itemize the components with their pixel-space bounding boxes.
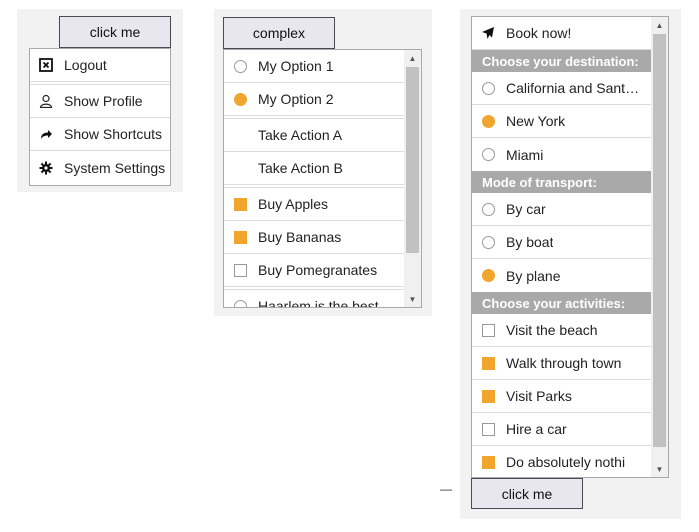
menu-item-system-settings[interactable]: System Settings <box>30 151 170 184</box>
menu-item-label: California and Sant… <box>506 80 640 96</box>
menu-item-my-option-1[interactable]: My Option 1 <box>224 50 404 83</box>
radio-unchecked-icon <box>481 81 495 95</box>
radio-unchecked-icon <box>481 202 495 216</box>
menu-item-label: By car <box>506 201 546 217</box>
checkbox-checked-icon <box>233 230 247 244</box>
gear-icon <box>36 158 56 178</box>
radio-unchecked-icon <box>481 235 495 249</box>
scroll-up-arrow-icon[interactable]: ▲ <box>404 50 421 66</box>
menu-item-transport-boat[interactable]: By boat <box>472 226 651 259</box>
dash-text: — <box>440 482 452 496</box>
menu-item-buy-apples[interactable]: Buy Apples <box>224 188 404 221</box>
complex-menu-scrollbar[interactable]: ▲ ▼ <box>404 50 421 307</box>
checkbox-unchecked-icon <box>481 323 495 337</box>
menu-item-activity-beach[interactable]: Visit the beach <box>472 314 651 347</box>
menu-item-activity-parks[interactable]: Visit Parks <box>472 380 651 413</box>
menu-item-logout[interactable]: Logout <box>30 49 170 82</box>
menu-item-show-shortcuts[interactable]: Show Shortcuts <box>30 118 170 151</box>
complex-button[interactable]: complex <box>223 17 335 49</box>
scroll-down-arrow-icon[interactable]: ▼ <box>651 461 668 477</box>
scrollbar-thumb[interactable] <box>406 67 419 253</box>
radio-checked-icon <box>233 92 247 106</box>
menu-item-label: Do absolutely nothi <box>506 454 626 470</box>
menu-item-show-profile[interactable]: Show Profile <box>30 85 170 118</box>
menu-item-label: Book now! <box>506 25 572 41</box>
travel-menu-scrollbar[interactable]: ▲ ▼ <box>651 17 668 477</box>
menu-item-activity-walk[interactable]: Walk through town <box>472 347 651 380</box>
menu-item-buy-bananas[interactable]: Buy Bananas <box>224 221 404 254</box>
menu-item-label: Walk through town <box>506 355 622 371</box>
menu-item-label: Haarlem is the best <box>258 298 379 308</box>
menu-item-activity-hire-car[interactable]: Hire a car <box>472 413 651 446</box>
radio-checked-icon <box>481 269 495 282</box>
radio-unchecked-icon <box>233 299 247 307</box>
click-me-button-bottom[interactable]: click me <box>471 478 583 509</box>
click-me-button[interactable]: click me <box>59 16 171 48</box>
menu-item-label: System Settings <box>64 159 166 176</box>
group-header-destination: Choose your destination: <box>472 50 651 72</box>
checkbox-checked-icon <box>233 197 247 211</box>
checkbox-unchecked-icon <box>233 263 247 277</box>
menu-item-buy-pomegranates[interactable]: Buy Pomegranates <box>224 254 404 287</box>
menu-item-take-action-a[interactable]: Take Action A <box>224 119 404 152</box>
menu-item-label: Buy Pomegranates <box>258 262 378 278</box>
checkbox-checked-icon <box>481 356 495 370</box>
menu-item-label: My Option 1 <box>258 58 334 74</box>
group-header-activities: Choose your activities: <box>472 292 651 314</box>
menu-item-label: By plane <box>506 267 561 284</box>
menu-item-label: Take Action A <box>258 127 343 143</box>
radio-unchecked-icon <box>481 148 495 161</box>
scrollbar-thumb[interactable] <box>653 34 666 447</box>
menu-item-label: Visit Parks <box>506 388 572 404</box>
complex-menu: My Option 1 My Option 2 Take Action A Ta… <box>223 49 422 308</box>
simple-menu: Logout Show Profile Show Shortcuts Syste… <box>29 48 171 186</box>
radio-unchecked-icon <box>233 59 247 73</box>
menu-item-book-now[interactable]: Book now! <box>472 17 651 50</box>
menu-item-destination-miami[interactable]: Miami <box>472 138 651 171</box>
menu-item-haarlem[interactable]: Haarlem is the best <box>224 290 404 308</box>
menu-item-destination-new-york[interactable]: New York <box>472 105 651 138</box>
menu-item-label: Take Action B <box>258 160 343 176</box>
close-box-icon <box>36 55 56 75</box>
scroll-up-arrow-icon[interactable]: ▲ <box>651 17 668 33</box>
menu-item-label: Show Profile <box>64 93 143 109</box>
airplane-icon <box>478 23 498 43</box>
checkbox-checked-icon <box>481 389 495 403</box>
group-header-transport: Mode of transport: <box>472 171 651 193</box>
menu-item-label: Buy Bananas <box>258 229 342 245</box>
complex-menu-content: My Option 1 My Option 2 Take Action A Ta… <box>224 50 404 308</box>
user-icon <box>36 91 56 111</box>
menu-item-destination-california[interactable]: California and Sant… <box>472 72 651 105</box>
checkbox-checked-icon <box>481 455 495 469</box>
checkbox-unchecked-icon <box>481 422 495 436</box>
menu-item-label: Buy Apples <box>258 196 329 212</box>
menu-item-my-option-2[interactable]: My Option 2 <box>224 83 404 116</box>
menu-item-label: My Option 2 <box>258 91 334 107</box>
menu-item-label: Hire a car <box>506 421 567 437</box>
menu-item-label: By boat <box>506 234 554 250</box>
menu-item-label: Visit the beach <box>506 322 598 338</box>
menu-item-transport-car[interactable]: By car <box>472 193 651 226</box>
menu-item-activity-nothing[interactable]: Do absolutely nothi <box>472 446 651 477</box>
menu-item-label: Logout <box>64 57 107 73</box>
menu-item-take-action-b[interactable]: Take Action B <box>224 152 404 185</box>
menu-item-label: Miami <box>506 146 544 163</box>
scroll-down-arrow-icon[interactable]: ▼ <box>404 291 421 307</box>
menu-item-transport-plane[interactable]: By plane <box>472 259 651 292</box>
travel-menu-content: Book now! Choose your destination: Calif… <box>472 17 651 477</box>
radio-checked-icon <box>481 114 495 128</box>
travel-menu: Book now! Choose your destination: Calif… <box>471 16 669 478</box>
menu-item-label: Show Shortcuts <box>64 126 163 142</box>
menu-item-label: New York <box>506 113 566 129</box>
share-arrow-icon <box>36 124 56 144</box>
